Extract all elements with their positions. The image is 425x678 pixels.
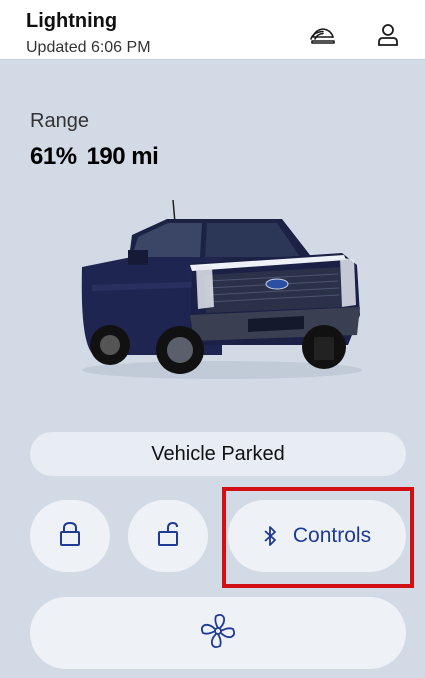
updated-timestamp: Updated 6:06 PM [26, 39, 151, 56]
user-icon[interactable] [374, 22, 402, 48]
range-percent: 61% [30, 143, 77, 170]
car-wireless-icon[interactable] [309, 22, 337, 48]
range-value: 61% 190 mi [30, 143, 159, 171]
unlock-button[interactable] [128, 500, 208, 572]
controls-button[interactable]: Controls [228, 500, 406, 572]
climate-button[interactable] [30, 597, 406, 669]
range-distance: 190 mi [86, 143, 159, 170]
fan-icon [198, 611, 238, 656]
lock-button[interactable] [30, 500, 110, 572]
vehicle-image [72, 195, 372, 385]
controls-label: Controls [292, 524, 372, 547]
vehicle-name: Lightning [26, 10, 118, 32]
range-label: Range [30, 110, 89, 132]
unlock-icon [157, 521, 179, 552]
bluetooth-icon [263, 524, 277, 548]
lock-icon [59, 521, 81, 552]
app-header: Lightning Updated 6:06 PM [0, 0, 425, 60]
vehicle-status: Vehicle Parked [30, 432, 406, 476]
